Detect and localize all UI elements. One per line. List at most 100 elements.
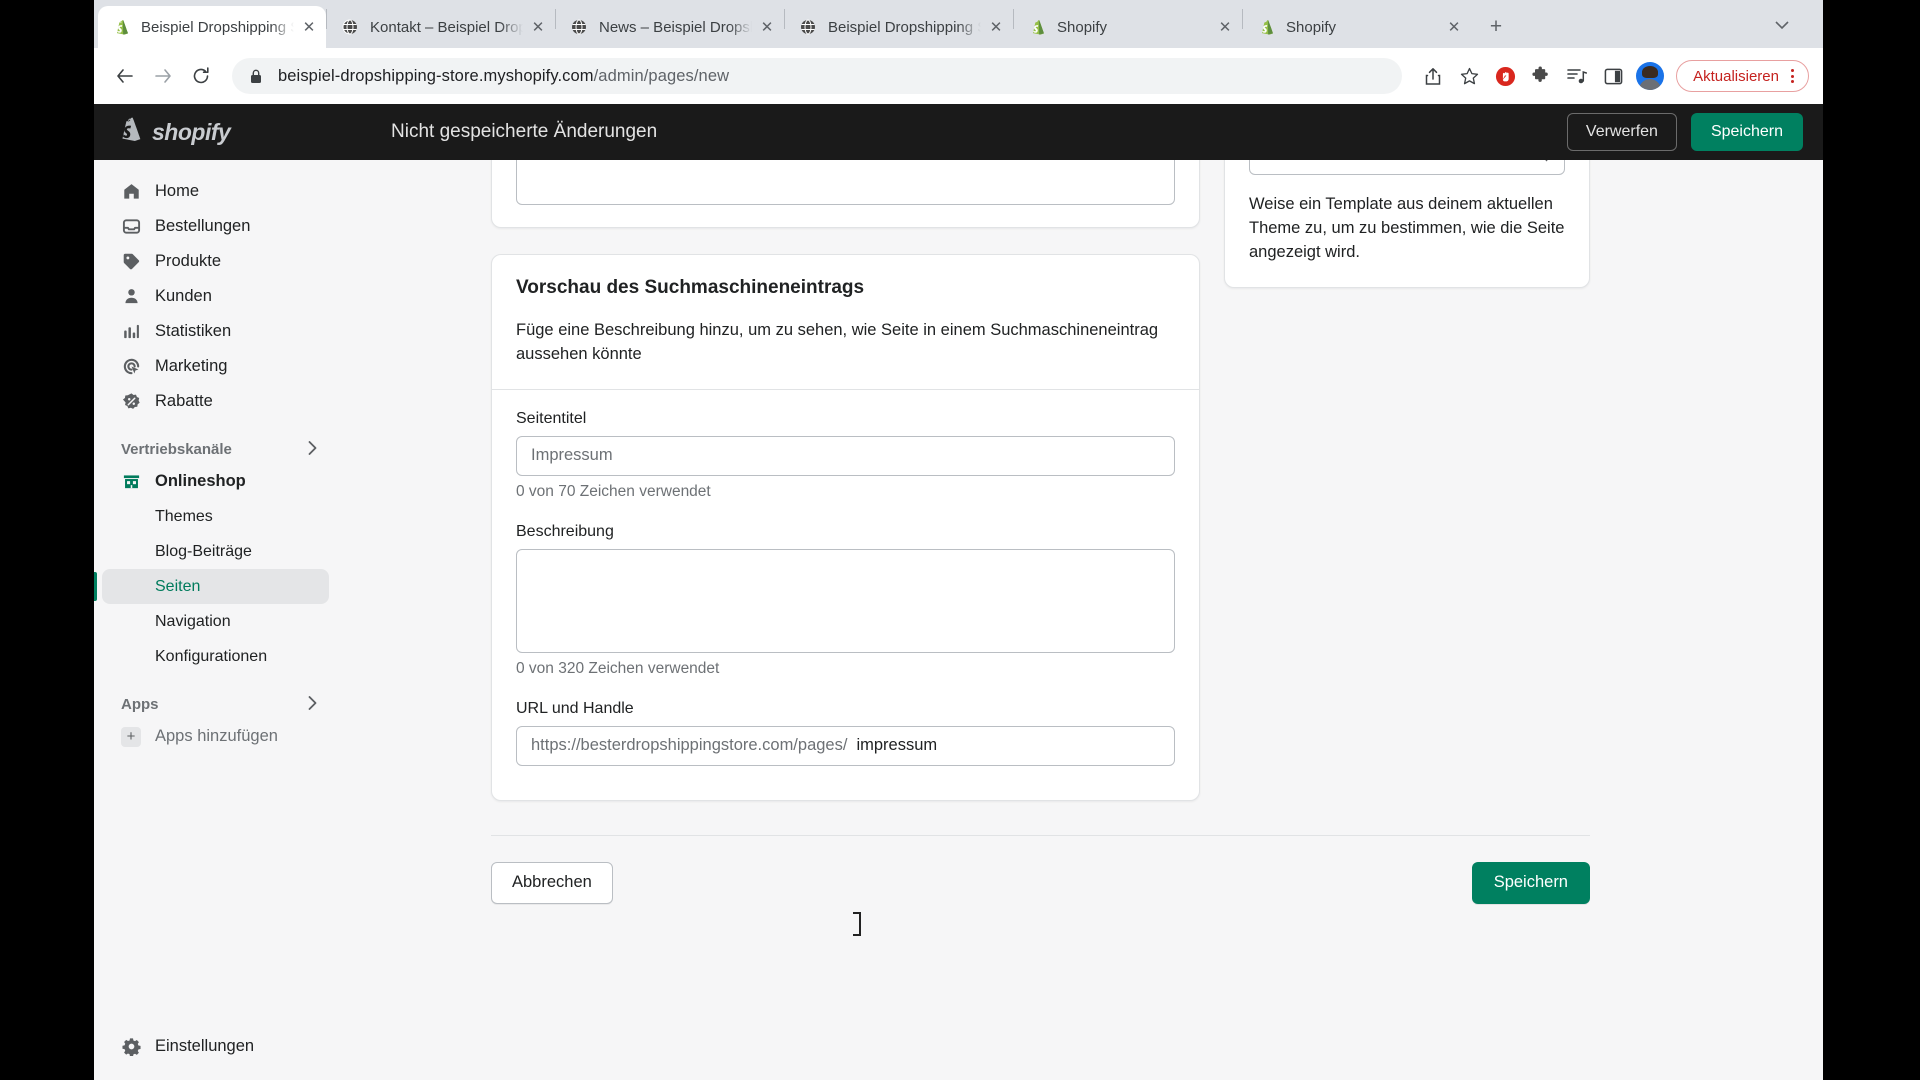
shopify-logo[interactable]: shopify [94, 115, 337, 149]
sidebar-item-statistiken[interactable]: Statistiken [102, 314, 329, 349]
main-content: Vorschau des Suchmaschineneintrags Füge … [337, 160, 1823, 1080]
update-label: Aktualisieren [1693, 67, 1779, 85]
seitentitel-helper: 0 von 70 Zeichen verwendet [516, 482, 711, 500]
sidebar-item-konfigurationen[interactable]: Konfigurationen [102, 639, 329, 674]
sidebar-section-apps[interactable]: Apps [121, 696, 325, 713]
sidebar-item-label: Bestellungen [155, 217, 251, 235]
arrow-right-icon[interactable] [146, 59, 180, 93]
field-seitentitel: Seitentitel Impressum 0 von 70 Zeichen v… [516, 410, 1175, 501]
url-handle-input[interactable]: https://besterdropshippingstore.com/page… [516, 725, 1175, 766]
seitentitel-placeholder: Impressum [531, 446, 613, 465]
close-icon[interactable]: ✕ [1214, 16, 1236, 38]
theme-vorlage-select[interactable]: Standardseite [1249, 160, 1565, 175]
kebab-menu-icon[interactable] [1783, 69, 1802, 83]
browser-tab-title: Beispiel Dropshipping Store [828, 18, 981, 36]
browser-tab-2[interactable]: Kontakt – Beispiel Dropshipp ✕ [327, 6, 555, 48]
sidebar-item-navigation[interactable]: Navigation [102, 604, 329, 639]
text-cursor [853, 912, 861, 936]
browser-tab-5[interactable]: Shopify ✕ [1014, 6, 1242, 48]
save-button-top[interactable]: Speichern [1690, 113, 1803, 151]
seo-card-title: Vorschau des Suchmaschineneintrags [516, 277, 865, 298]
sidebar-item-themes[interactable]: Themes [102, 499, 329, 534]
theme-vorlage-value: Standardseite [1264, 160, 1366, 165]
update-button[interactable]: Aktualisieren [1676, 60, 1809, 92]
sidebar-item-blog-beitraege[interactable]: Blog-Beiträge [102, 534, 329, 569]
shopify-wordmark: shopify [152, 118, 231, 145]
url-path: /admin/pages/new [593, 66, 730, 85]
reading-list-icon[interactable] [1560, 59, 1594, 93]
address-bar[interactable]: beispiel-dropshipping-store.myshopify.co… [232, 58, 1403, 94]
content-editor-body[interactable] [516, 160, 1175, 205]
browser-tab-4[interactable]: Beispiel Dropshipping Store ✕ [785, 6, 1013, 48]
seo-card-subtitle: Füge eine Beschreibung hinzu, um zu sehe… [516, 321, 1159, 363]
browser-tab-title: Shopify [1057, 18, 1108, 36]
sidebar: Home Bestellungen Produkte Kunden Statis… [94, 160, 337, 1080]
browser-window: Beispiel Dropshipping Store ✕ Kontakt – … [94, 0, 1823, 1080]
sidebar-item-label: Onlineshop [155, 472, 246, 490]
browser-toolbar: beispiel-dropshipping-store.myshopify.co… [94, 48, 1823, 104]
gear-icon [121, 1037, 141, 1057]
sidebar-item-einstellungen[interactable]: Einstellungen [102, 1029, 329, 1064]
plus-icon: + [121, 726, 141, 747]
close-icon[interactable]: ✕ [1443, 16, 1465, 38]
seitentitel-label: Seitentitel [516, 409, 587, 427]
sidebar-section-label: Vertriebskanäle [121, 441, 232, 458]
discard-button[interactable]: Verwerfen [1566, 113, 1677, 151]
sidebar-item-onlineshop[interactable]: Onlineshop [102, 464, 329, 499]
sidebar-item-bestellungen[interactable]: Bestellungen [102, 209, 329, 244]
sidebar-section-vertriebskanaele[interactable]: Vertriebskanäle [121, 441, 325, 458]
side-panel-icon[interactable] [1596, 59, 1630, 93]
star-icon[interactable] [1452, 59, 1486, 93]
seitentitel-input[interactable]: Impressum [516, 435, 1175, 476]
browser-tab-6[interactable]: Shopify ✕ [1243, 6, 1471, 48]
sidebar-item-seiten[interactable]: Seiten [94, 569, 329, 604]
browser-tabstrip: Beispiel Dropshipping Store ✕ Kontakt – … [94, 0, 1823, 48]
cancel-button[interactable]: Abbrechen [491, 861, 613, 904]
sidebar-item-label: Home [155, 182, 200, 200]
storefront-icon [121, 472, 141, 492]
orders-inbox-icon [121, 217, 141, 237]
chevron-right-icon[interactable] [308, 441, 325, 458]
url-prefix-text: https://besterdropshippingstore.com/page… [531, 736, 848, 755]
chevron-down-icon[interactable] [1767, 10, 1797, 40]
browser-tab-1[interactable]: Beispiel Dropshipping Store ✕ [98, 6, 326, 48]
lock-icon [250, 69, 266, 84]
url-domain: beispiel-dropshipping-store.myshopify.co… [278, 66, 594, 85]
sidebar-item-label: Rabatte [155, 392, 213, 410]
marketing-target-icon [121, 357, 141, 377]
extensions-puzzle-icon[interactable] [1524, 59, 1558, 93]
share-icon[interactable] [1416, 59, 1450, 93]
adblock-icon[interactable] [1488, 59, 1522, 93]
sidebar-item-marketing[interactable]: Marketing [102, 349, 329, 384]
select-caret-icon [1541, 160, 1552, 163]
close-icon[interactable]: ✕ [298, 16, 320, 38]
topbar-actions: Verwerfen Speichern [1566, 113, 1823, 151]
admin-topbar: shopify Nicht gespeicherte Änderungen Ve… [94, 104, 1823, 160]
sidebar-item-home[interactable]: Home [102, 174, 329, 209]
product-tag-icon [121, 252, 141, 272]
sidebar-section-label: Apps [121, 696, 159, 713]
sidebar-item-kunden[interactable]: Kunden [102, 279, 329, 314]
close-icon[interactable]: ✕ [985, 16, 1007, 38]
sidebar-item-rabatte[interactable]: Rabatte [102, 384, 329, 419]
browser-tab-title: News – Beispiel Dropship [599, 18, 752, 36]
sidebar-item-label: Produkte [155, 252, 222, 270]
reload-icon[interactable] [184, 59, 218, 93]
shopify-bag-icon [116, 115, 142, 149]
avatar[interactable] [1636, 62, 1665, 90]
sidebar-item-produkte[interactable]: Produkte [102, 244, 329, 279]
new-tab-button[interactable]: + [1479, 10, 1513, 44]
browser-tab-3[interactable]: News – Beispiel Dropship ✕ [556, 6, 784, 48]
arrow-left-icon[interactable] [108, 59, 142, 93]
sidebar-item-add-apps[interactable]: + Apps hinzufügen [102, 719, 329, 754]
chevron-right-icon[interactable] [308, 696, 325, 713]
save-button-footer[interactable]: Speichern [1471, 861, 1590, 904]
sidebar-item-label: Einstellungen [155, 1037, 255, 1055]
close-icon[interactable]: ✕ [527, 16, 549, 38]
url-handle-label: URL und Handle [516, 699, 634, 717]
close-icon[interactable]: ✕ [756, 16, 778, 38]
unsaved-changes-label: Nicht gespeicherte Änderungen [391, 121, 658, 142]
beschreibung-textarea[interactable] [516, 548, 1175, 653]
form-footer: Abbrechen Speichern [491, 834, 1590, 904]
secondary-column: Onlineshop Theme-Vorlage Standardseite W… [1224, 160, 1590, 314]
